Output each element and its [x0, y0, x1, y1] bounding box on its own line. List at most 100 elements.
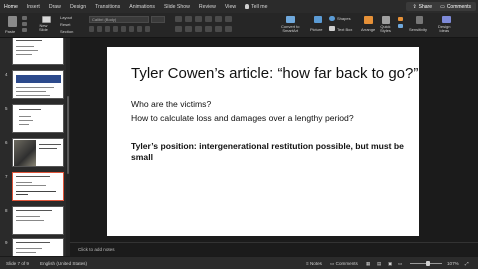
share-label: Share: [418, 3, 432, 10]
convert-smartart-label: Convert to SmartArt: [281, 24, 300, 33]
arrange-icon[interactable]: [364, 16, 373, 24]
thumbnail-row[interactable]: 6: [0, 138, 70, 168]
shape-outline-icon[interactable]: [398, 24, 403, 28]
tab-view[interactable]: View: [225, 4, 236, 10]
shapes-label[interactable]: Shapes: [337, 16, 351, 21]
reset-button[interactable]: Reset: [60, 22, 70, 27]
slideshow-icon[interactable]: ▭: [398, 261, 402, 267]
copy-icon[interactable]: [22, 22, 27, 26]
slide-thumbnail[interactable]: [12, 70, 64, 99]
slide-thumbnail-selected[interactable]: [12, 172, 64, 201]
tab-transitions[interactable]: Transitions: [95, 4, 120, 10]
image-placeholder: [14, 140, 36, 166]
thumbnail-row[interactable]: [0, 38, 70, 66]
bold-button[interactable]: [89, 26, 94, 32]
picture-label: Picture: [310, 27, 323, 32]
decrease-indent-button[interactable]: [195, 16, 202, 22]
design-ideas-label: Design Ideas: [438, 24, 451, 33]
slide-bullet[interactable]: How to calculate loss and damages over a…: [131, 113, 354, 123]
section-button[interactable]: Section: [60, 29, 73, 34]
font-size-select[interactable]: [151, 16, 165, 23]
layout-button[interactable]: Layout: [60, 15, 72, 20]
paste-icon[interactable]: [8, 16, 17, 27]
design-ideas-icon[interactable]: [442, 16, 451, 23]
cut-icon[interactable]: [22, 16, 27, 20]
format-painter-icon[interactable]: [22, 28, 27, 32]
subscript-button[interactable]: [121, 26, 126, 32]
shapes-icon[interactable]: [329, 16, 335, 21]
paragraph-buttons-top: [175, 16, 232, 22]
tab-insert[interactable]: Insert: [27, 4, 40, 10]
tab-draw[interactable]: Draw: [49, 4, 61, 10]
thumbnail-row[interactable]: 5: [0, 104, 70, 134]
line-spacing-button[interactable]: [215, 16, 222, 22]
quick-styles-icon[interactable]: [382, 16, 390, 24]
slide-number: 9: [5, 240, 8, 245]
language-indicator[interactable]: English (United States): [40, 261, 87, 266]
new-slide-icon[interactable]: [42, 16, 51, 23]
align-right-button[interactable]: [195, 26, 202, 32]
notes-divider[interactable]: [70, 242, 478, 243]
align-center-button[interactable]: [185, 26, 192, 32]
notes-toggle[interactable]: ≡ Notes: [306, 261, 322, 266]
text-direction-button[interactable]: [215, 26, 222, 32]
thumbnail-row[interactable]: 4: [0, 70, 70, 100]
picture-icon[interactable]: [314, 16, 322, 23]
highlight-button[interactable]: [145, 26, 150, 32]
font-name-select[interactable]: Calibri (Body): [89, 16, 149, 23]
notes-placeholder[interactable]: Click to add notes: [78, 247, 115, 252]
slide-number: 5: [5, 106, 8, 111]
strikethrough-button[interactable]: [113, 26, 118, 32]
align-text-button[interactable]: [225, 26, 232, 32]
tab-design[interactable]: Design: [70, 4, 86, 10]
slide-thumbnail[interactable]: [12, 206, 64, 235]
tab-slide-show[interactable]: Slide Show: [164, 4, 190, 10]
slide-thumbnail[interactable]: [12, 238, 64, 256]
thumbnail-row[interactable]: 8: [0, 206, 70, 236]
numbering-button[interactable]: [185, 16, 192, 22]
tell-me-search[interactable]: Tell me: [245, 4, 268, 10]
slide-thumbnail[interactable]: [12, 104, 64, 133]
thumbnails-scroll-thumb[interactable]: [67, 96, 69, 174]
increase-indent-button[interactable]: [205, 16, 212, 22]
thumbnail-row[interactable]: 7: [0, 172, 70, 202]
slide-title[interactable]: Tyler Cowen’s article: “how far back to …: [131, 65, 418, 82]
tab-home[interactable]: Home: [4, 4, 18, 10]
text-format-buttons: [89, 26, 150, 33]
slide-thumbnail[interactable]: [12, 38, 64, 65]
italic-button[interactable]: [97, 26, 102, 32]
current-slide[interactable]: Tyler Cowen’s article: “how far back to …: [107, 47, 419, 236]
slide-sorter-icon[interactable]: ▤: [377, 261, 381, 267]
share-button[interactable]: ⇪ Share: [406, 2, 438, 11]
tab-review[interactable]: Review: [199, 4, 216, 10]
zoom-level[interactable]: 107%: [447, 261, 459, 266]
smartart-icon[interactable]: [286, 16, 295, 23]
slide-bullet[interactable]: Who are the victims?: [131, 99, 211, 109]
zoom-slider-handle[interactable]: [426, 261, 430, 266]
slide-counter: Slide 7 of 9: [6, 261, 29, 266]
thumbnail-row[interactable]: 9: [0, 238, 70, 256]
tab-animations[interactable]: Animations: [129, 4, 155, 10]
slide-thumbnail[interactable]: [12, 138, 64, 167]
text-box-icon[interactable]: [329, 26, 335, 31]
sensitivity-label: Sensitivity: [409, 27, 428, 32]
font-color-button[interactable]: [137, 26, 142, 32]
align-left-button[interactable]: [175, 26, 182, 32]
comments-toggle[interactable]: ▭ Comments: [330, 261, 358, 267]
comment-icon: ▭: [330, 261, 335, 266]
underline-button[interactable]: [105, 26, 110, 32]
reading-view-icon[interactable]: ▣: [388, 261, 392, 267]
fit-to-window-icon[interactable]: ⤢: [465, 261, 469, 266]
columns-button[interactable]: [225, 16, 232, 22]
slide-bullet-bold[interactable]: Tyler’s position: intergenerational rest…: [131, 141, 416, 163]
normal-view-icon[interactable]: ▦: [366, 261, 370, 267]
comments-button[interactable]: ▭ Comments: [435, 2, 476, 11]
bullets-button[interactable]: [175, 16, 182, 22]
superscript-button[interactable]: [129, 26, 134, 32]
paste-label: Paste: [5, 29, 16, 34]
justify-button[interactable]: [205, 26, 212, 32]
text-box-label[interactable]: Text Box: [337, 27, 352, 32]
slide-number: 6: [5, 140, 8, 145]
sensitivity-icon[interactable]: [416, 16, 423, 24]
shape-fill-icon[interactable]: [398, 17, 403, 21]
